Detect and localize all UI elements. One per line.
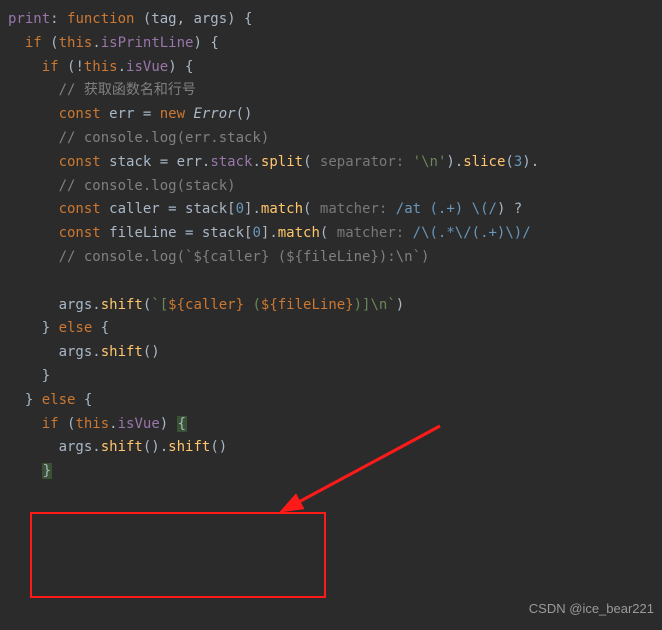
code-comment: // 获取函数名和行号 [8, 82, 196, 98]
code-property: print [8, 11, 50, 27]
highlight-annotation [30, 512, 326, 598]
watermark: CSDN @ice_bear221 [529, 598, 654, 620]
code-block: print: function (tag, args) { if (this.i… [0, 0, 662, 484]
